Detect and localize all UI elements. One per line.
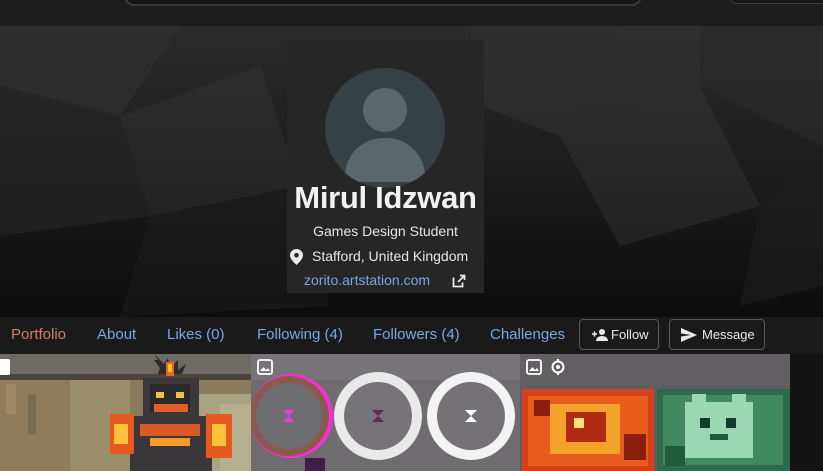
avatar-body-shape (345, 138, 425, 182)
external-link-icon[interactable] (452, 274, 466, 288)
portfolio-thumbnail[interactable] (520, 354, 790, 471)
animation-icon (551, 359, 565, 375)
tab-about[interactable]: About (97, 326, 136, 343)
send-icon (681, 328, 697, 342)
header-control[interactable] (730, 0, 823, 4)
tab-likes[interactable]: Likes (0) (167, 326, 225, 343)
profile-tabs: Portfolio About Likes (0) Following (4) … (0, 317, 823, 354)
portfolio-thumbnail[interactable] (0, 354, 251, 471)
map-pin-icon (290, 249, 303, 265)
search-input[interactable] (124, 0, 642, 6)
avatar[interactable] (325, 68, 445, 188)
add-person-icon (592, 329, 608, 341)
portfolio-thumbnail[interactable] (251, 354, 520, 471)
top-bar (0, 0, 823, 26)
message-label: Message (702, 327, 755, 342)
grid-gap (790, 354, 823, 471)
follow-button[interactable]: Follow (579, 319, 659, 350)
profile-name: Mirul Idzwan (294, 180, 477, 215)
image-icon (257, 359, 273, 375)
website-link[interactable]: zorito.artstation.com (304, 272, 430, 288)
location-text: Stafford, United Kingdom (312, 248, 469, 264)
image-icon (0, 359, 10, 375)
follow-label: Follow (611, 327, 649, 342)
image-icon (526, 359, 542, 375)
profile-location: Stafford, United Kingdom (287, 247, 484, 265)
tab-following[interactable]: Following (4) (257, 326, 343, 343)
portfolio-grid (0, 354, 823, 471)
profile-card: Mirul Idzwan Games Design Student Staffo… (287, 40, 484, 293)
message-button[interactable]: Message (669, 319, 765, 350)
avatar-head-shape (363, 88, 407, 132)
tab-portfolio[interactable]: Portfolio (11, 326, 66, 343)
tab-challenges[interactable]: Challenges (490, 326, 565, 343)
tab-followers[interactable]: Followers (4) (373, 326, 460, 343)
profile-headline: Games Design Student (313, 223, 458, 239)
